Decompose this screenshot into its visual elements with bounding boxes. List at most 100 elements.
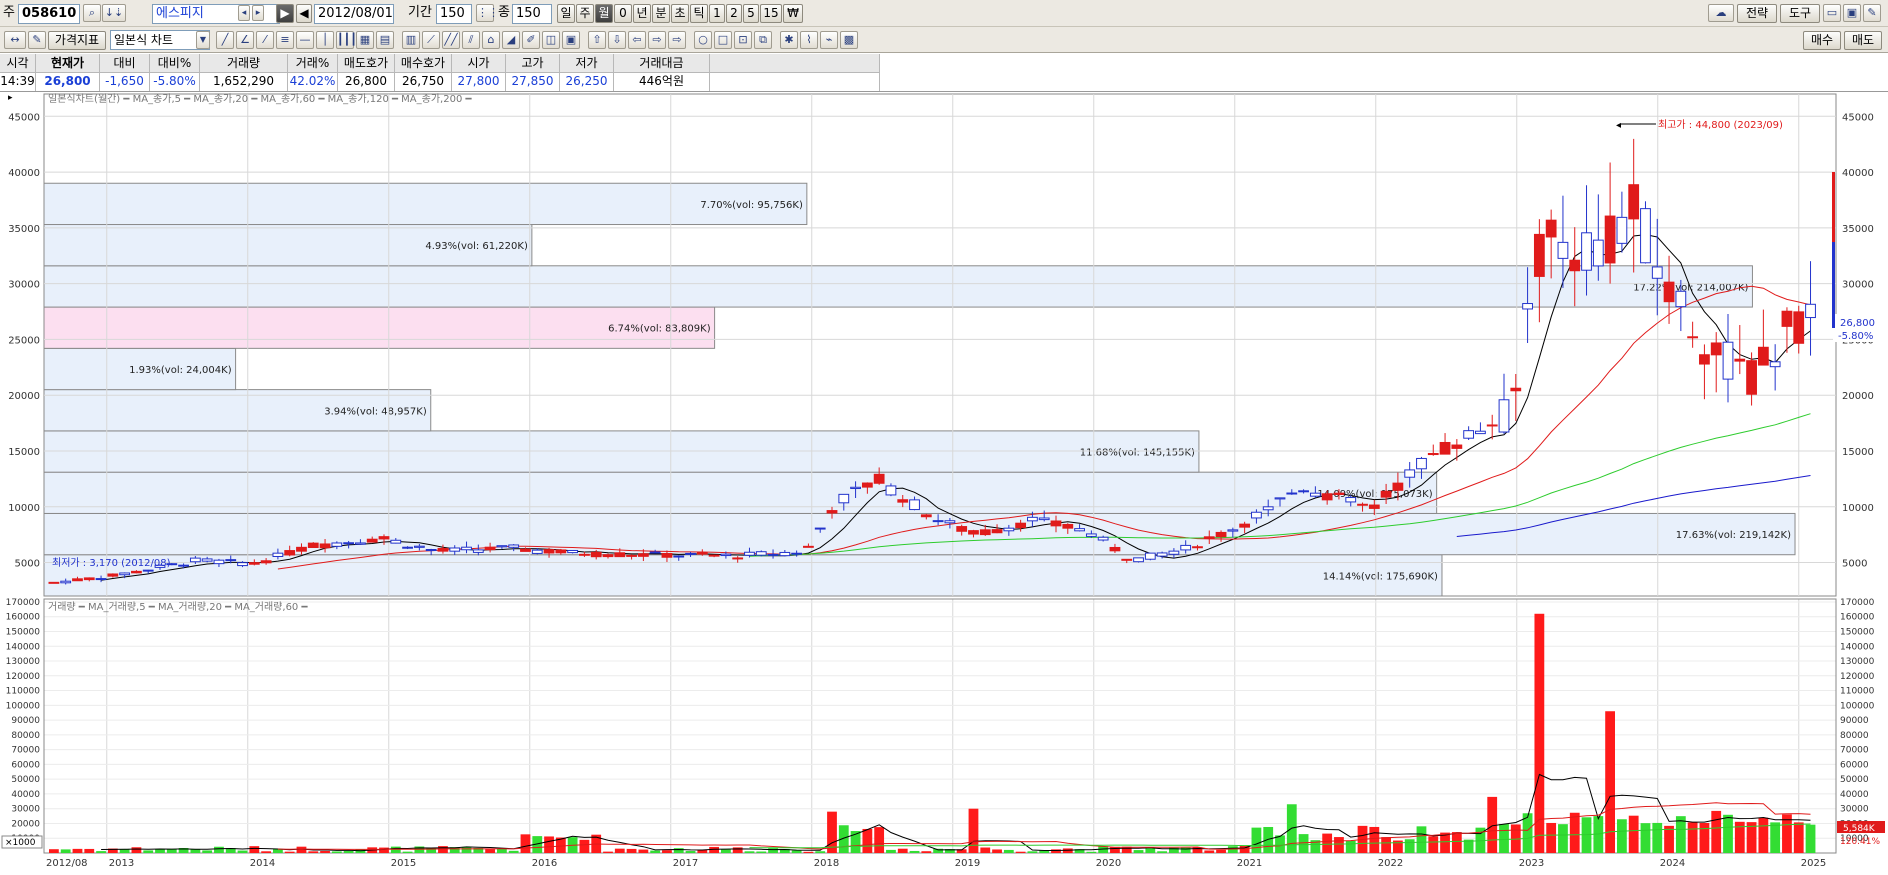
chart-area[interactable]: 14.14%(vol: 175,690K) 17.63%(vol: 219,142… <box>0 92 1888 872</box>
high-annotation: 최고가 : 44,800 (2023/09) <box>1658 119 1783 131</box>
interval-tick[interactable]: 틱 <box>690 4 708 23</box>
interval-1[interactable]: 1 <box>709 4 725 23</box>
draw-tool-icon[interactable]: ▥ <box>402 31 420 49</box>
count-input[interactable]: 150 <box>512 4 552 24</box>
save-icon[interactable]: ▣ <box>1843 4 1861 22</box>
interval-year[interactable]: 년 <box>633 4 651 23</box>
header-price: 현재가 <box>36 54 100 73</box>
sort-icon[interactable]: ↓⇣ <box>102 4 126 22</box>
interval-2[interactable]: 2 <box>726 4 742 23</box>
draw-tool-icon[interactable]: ⇧ <box>588 31 606 49</box>
prev-stock-icon[interactable]: ◂ <box>238 5 250 21</box>
stock-chart-svg[interactable]: 14.14%(vol: 175,690K) 17.63%(vol: 219,142… <box>0 92 1888 872</box>
draw-tool-icon[interactable]: ▩ <box>840 31 858 49</box>
bid-depth-bar <box>1832 242 1835 328</box>
interval-second[interactable]: 초 <box>671 4 689 23</box>
collapse-marker[interactable]: ▸ <box>8 93 13 103</box>
draw-tool-icon[interactable]: ⧉ <box>754 31 772 49</box>
draw-tool-icon[interactable]: ○ <box>694 31 712 49</box>
currency-button[interactable]: ₩ <box>783 4 803 23</box>
volume-bar <box>1675 816 1686 853</box>
draw-tool-icon[interactable]: ◢ <box>502 31 520 49</box>
interval-month[interactable]: 월 <box>595 4 613 23</box>
x-tick-label: 2021 <box>1237 858 1262 869</box>
interval-15[interactable]: 15 <box>760 4 782 23</box>
draw-tool-icon[interactable]: ┃┃┃ <box>336 31 357 49</box>
interval-quarter[interactable]: 0 <box>614 4 632 23</box>
draw-tool-icon[interactable]: ⁄ <box>256 31 274 49</box>
candle-body <box>1027 516 1038 522</box>
volume-bar <box>308 851 319 853</box>
draw-tool-icon[interactable]: ◫ <box>542 31 560 49</box>
candle-body <box>60 580 72 584</box>
draw-tool-icon[interactable]: ⌁ <box>820 31 838 49</box>
volume-bar <box>1534 613 1545 853</box>
period-input[interactable]: 150 <box>436 4 472 24</box>
draw-tool-icon[interactable]: ⇦ <box>628 31 646 49</box>
next-stock-icon[interactable]: ▸ <box>252 5 264 21</box>
back-button[interactable]: ◀ <box>296 4 312 23</box>
volume-bar <box>261 851 271 853</box>
cloud-icon[interactable]: ☁ <box>1708 4 1734 22</box>
volume-tick-label-right: 90000 <box>1840 716 1869 726</box>
draw-tool-icon[interactable]: ╱╱ <box>442 31 460 49</box>
folder-icon[interactable]: ▭ <box>1823 4 1841 22</box>
x-tick-label: 2025 <box>1801 858 1826 869</box>
play-button[interactable]: ▶ <box>276 4 294 23</box>
chevron-down-icon[interactable]: ▼ <box>196 31 210 49</box>
interval-5[interactable]: 5 <box>743 4 759 23</box>
header-amount: 거래대금 <box>614 54 710 73</box>
draw-tool-icon[interactable]: ⫽ <box>462 31 480 49</box>
indicator-button[interactable]: 가격지표 <box>48 31 106 50</box>
edit-icon[interactable]: ✎ <box>28 31 46 49</box>
chart-type-select[interactable]: 일본식 차트 <box>110 30 210 50</box>
header-time: 시각 <box>0 54 36 73</box>
interval-week[interactable]: 주 <box>576 4 594 23</box>
strategy-button[interactable]: 전략 <box>1737 4 1777 23</box>
draw-tool-icon[interactable]: ▣ <box>562 31 580 49</box>
volume-bar <box>190 849 201 853</box>
date-input[interactable]: 2012/08/01 <box>314 4 394 24</box>
x-tick-label: 2024 <box>1660 858 1685 869</box>
draw-tool-icon[interactable]: │ <box>316 31 334 49</box>
expand-icon[interactable]: ↔ <box>4 31 26 49</box>
wrench-icon[interactable]: ✎ <box>1863 4 1881 22</box>
search-icon[interactable]: ⌕ <box>83 4 101 22</box>
draw-tool-icon[interactable]: ✱ <box>780 31 798 49</box>
sell-button[interactable]: 매도 <box>1844 31 1882 50</box>
draw-tool-icon[interactable]: ▤ <box>376 31 394 49</box>
draw-tool-icon[interactable]: ⇨ <box>668 31 686 49</box>
candle-body <box>1357 503 1368 506</box>
volume-bar <box>650 850 661 853</box>
candle-body <box>1616 216 1628 244</box>
volume-bar <box>968 808 979 853</box>
draw-tool-icon[interactable]: — <box>296 31 314 49</box>
draw-tool-icon[interactable]: □ <box>714 31 732 49</box>
draw-tool-icon[interactable]: ⇩ <box>608 31 626 49</box>
interval-minute[interactable]: 분 <box>652 4 670 23</box>
draw-tool-icon[interactable]: ≡ <box>276 31 294 49</box>
candle-body <box>873 473 885 484</box>
draw-tool-icon[interactable]: ⊡ <box>734 31 752 49</box>
candle-body <box>649 551 661 554</box>
volume-bar <box>992 849 1002 853</box>
volume-tick-label-right: 100000 <box>1840 701 1875 711</box>
draw-tool-icon[interactable]: ⇨ <box>648 31 666 49</box>
draw-tool-icon[interactable]: ⌂ <box>482 31 500 49</box>
volume-tick-label-left: 70000 <box>11 746 40 756</box>
candle-body <box>1227 529 1239 532</box>
value-amount: 446억원 <box>614 73 710 91</box>
stock-code-input[interactable]: 058610 <box>18 4 80 24</box>
buy-button[interactable]: 매수 <box>1803 31 1841 50</box>
draw-tool-icon[interactable]: ╱ <box>216 31 234 49</box>
draw-tool-icon[interactable]: ▦ <box>356 31 374 49</box>
interval-day[interactable]: 일 <box>557 4 575 23</box>
tools-button[interactable]: 도구 <box>1780 4 1820 23</box>
value-volume: 1,652,290 <box>200 73 288 91</box>
draw-tool-icon[interactable]: ⌇ <box>800 31 818 49</box>
grid-icon[interactable]: ⋮⋮ <box>476 4 499 22</box>
draw-tool-icon[interactable]: ∠ <box>236 31 254 49</box>
draw-tool-icon[interactable]: ⟋ <box>422 31 440 49</box>
candle-body <box>1734 358 1746 362</box>
draw-tool-icon[interactable]: ✐ <box>522 31 540 49</box>
